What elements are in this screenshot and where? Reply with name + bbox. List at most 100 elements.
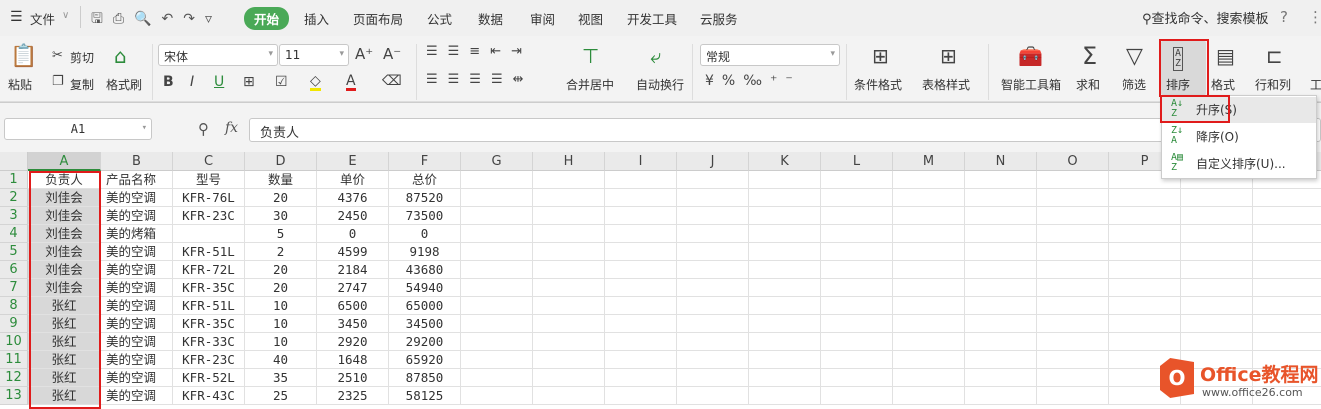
cell[interactable] xyxy=(965,315,1037,333)
cell[interactable] xyxy=(461,351,533,369)
cell[interactable] xyxy=(1253,315,1321,333)
cell[interactable]: 美的空调 xyxy=(101,315,173,333)
column-header-K[interactable]: K xyxy=(749,152,821,171)
cell[interactable] xyxy=(1037,243,1109,261)
select-all-button[interactable] xyxy=(0,152,28,171)
cell[interactable] xyxy=(1253,225,1321,243)
cell[interactable]: 35 xyxy=(245,369,317,387)
cell[interactable] xyxy=(893,171,965,189)
help-icon[interactable]: ? xyxy=(1280,8,1288,26)
column-header-O[interactable]: O xyxy=(1037,152,1109,171)
cut-button[interactable]: 剪切 xyxy=(70,49,94,66)
quick-access-icons[interactable]: 🖫⎙🔍↶↷▿ xyxy=(91,8,222,32)
cell[interactable] xyxy=(677,225,749,243)
cell[interactable] xyxy=(605,369,677,387)
row-header[interactable]: 10 xyxy=(0,333,28,351)
cell[interactable] xyxy=(821,351,893,369)
cell[interactable] xyxy=(965,225,1037,243)
cell[interactable]: 2 xyxy=(245,243,317,261)
cell[interactable] xyxy=(1037,315,1109,333)
font-select[interactable]: 宋体 xyxy=(158,44,278,66)
cell[interactable] xyxy=(1181,189,1253,207)
cell[interactable] xyxy=(821,207,893,225)
cell[interactable] xyxy=(1109,333,1181,351)
cell[interactable]: KFR-35C xyxy=(173,279,245,297)
cell[interactable] xyxy=(1181,279,1253,297)
column-header-D[interactable]: D xyxy=(245,152,317,171)
cell[interactable] xyxy=(677,387,749,405)
vertical-align-icons[interactable]: ☰☰≡⇤⇥ xyxy=(426,45,532,58)
cell[interactable] xyxy=(893,351,965,369)
cell-style-icon[interactable]: ☑ xyxy=(275,75,288,89)
cell[interactable] xyxy=(677,261,749,279)
cell[interactable] xyxy=(605,225,677,243)
cell[interactable] xyxy=(821,387,893,405)
cell[interactable] xyxy=(533,387,605,405)
cell[interactable] xyxy=(821,333,893,351)
cell[interactable]: 9198 xyxy=(389,243,461,261)
column-header-A[interactable]: A xyxy=(28,152,101,171)
cell[interactable] xyxy=(965,351,1037,369)
clear-icon[interactable]: ⌫ xyxy=(382,74,402,88)
column-header-C[interactable]: C xyxy=(173,152,245,171)
cell[interactable]: 0 xyxy=(389,225,461,243)
cell[interactable]: 5 xyxy=(245,225,317,243)
cell[interactable] xyxy=(605,387,677,405)
row-header[interactable]: 5 xyxy=(0,243,28,261)
cell[interactable] xyxy=(461,315,533,333)
cell[interactable] xyxy=(533,297,605,315)
file-menu[interactable]: 文件 xyxy=(30,9,55,28)
cell[interactable] xyxy=(461,279,533,297)
filter-icon[interactable]: ▽ xyxy=(1126,46,1143,68)
underline-icon[interactable]: U xyxy=(214,75,224,89)
cell[interactable] xyxy=(1037,189,1109,207)
cell[interactable] xyxy=(965,279,1037,297)
cell[interactable]: 产品名称 xyxy=(101,171,173,189)
cell[interactable] xyxy=(533,279,605,297)
tab-7[interactable]: 开发工具 xyxy=(627,9,677,28)
cell[interactable] xyxy=(893,279,965,297)
cell[interactable]: KFR-23C xyxy=(173,207,245,225)
cell[interactable]: KFR-43C xyxy=(173,387,245,405)
copy-icon[interactable]: ❐ xyxy=(52,75,64,88)
cell[interactable] xyxy=(1181,225,1253,243)
cell[interactable] xyxy=(821,297,893,315)
chevron-down-icon[interactable]: ∨ xyxy=(62,10,69,21)
table-style-button[interactable]: 表格样式 xyxy=(922,76,970,93)
cell[interactable] xyxy=(1181,297,1253,315)
cell[interactable] xyxy=(1181,315,1253,333)
cell[interactable] xyxy=(965,207,1037,225)
cell[interactable]: 4599 xyxy=(317,243,389,261)
cell[interactable] xyxy=(965,189,1037,207)
cell[interactable]: 20 xyxy=(245,189,317,207)
font-size-select[interactable]: 11 xyxy=(279,44,349,66)
cell[interactable]: 美的烤箱 xyxy=(101,225,173,243)
cell[interactable]: KFR-72L xyxy=(173,261,245,279)
cell[interactable] xyxy=(461,189,533,207)
cell[interactable] xyxy=(1037,369,1109,387)
cell[interactable]: 美的空调 xyxy=(101,387,173,405)
merge-center-button[interactable]: 合并居中 xyxy=(566,76,614,93)
cell[interactable] xyxy=(677,369,749,387)
column-header-M[interactable]: M xyxy=(893,152,965,171)
sum-button[interactable]: 求和 xyxy=(1076,76,1100,93)
cell[interactable] xyxy=(1037,297,1109,315)
cell[interactable] xyxy=(605,279,677,297)
tab-6[interactable]: 视图 xyxy=(578,9,603,28)
cell[interactable]: 2920 xyxy=(317,333,389,351)
cell[interactable] xyxy=(605,243,677,261)
cell[interactable] xyxy=(893,261,965,279)
cell[interactable] xyxy=(677,351,749,369)
cell[interactable] xyxy=(461,261,533,279)
cell[interactable] xyxy=(965,333,1037,351)
cell[interactable]: 10 xyxy=(245,297,317,315)
copy-button[interactable]: 复制 xyxy=(70,76,94,93)
cell[interactable] xyxy=(965,387,1037,405)
cell[interactable] xyxy=(821,189,893,207)
cell[interactable]: 4376 xyxy=(317,189,389,207)
toolbox-icon[interactable]: 🧰 xyxy=(1018,46,1043,66)
column-header-F[interactable]: F xyxy=(389,152,461,171)
cell[interactable] xyxy=(533,225,605,243)
cell[interactable] xyxy=(749,387,821,405)
row-header[interactable]: 13 xyxy=(0,387,28,405)
